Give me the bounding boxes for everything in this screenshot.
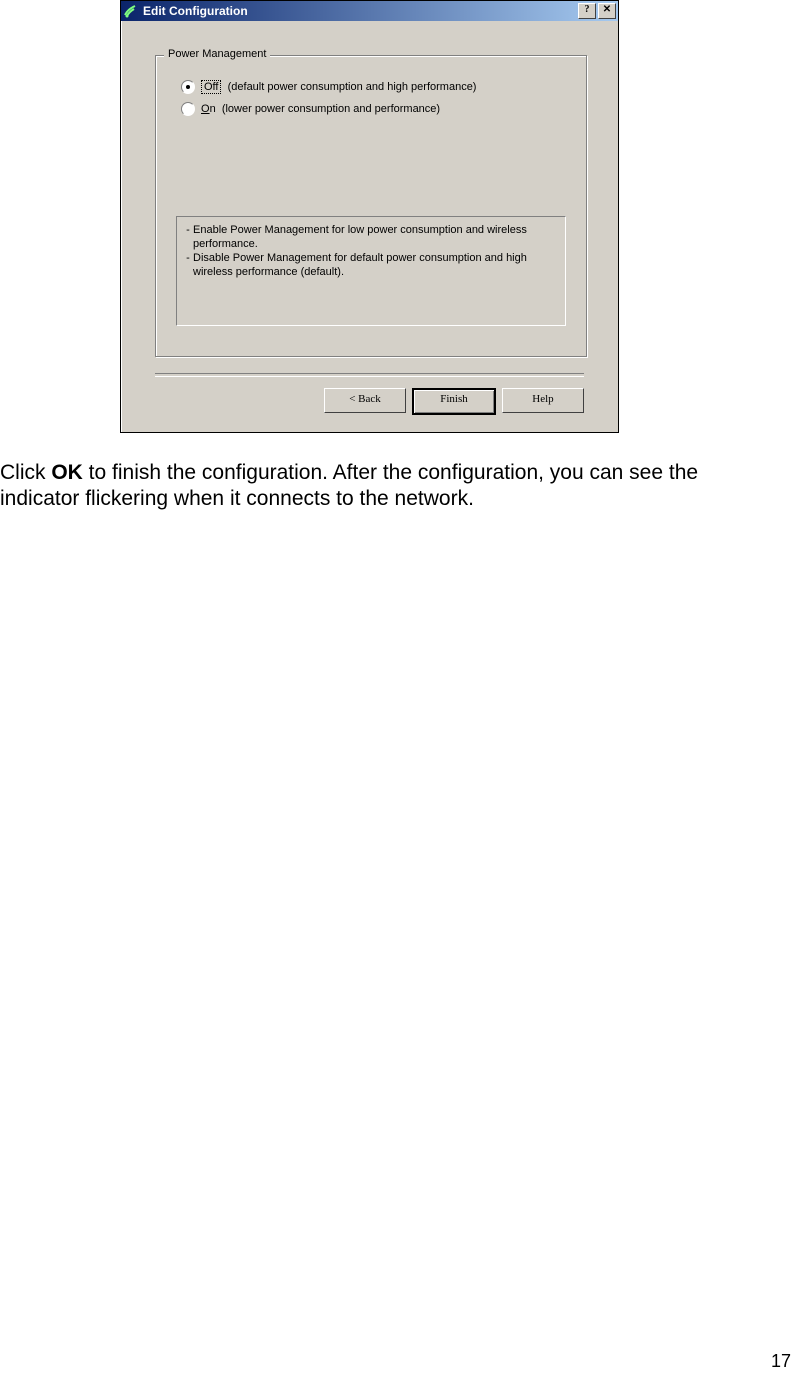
radio-on[interactable]: On (lower power consumption and performa… bbox=[181, 98, 476, 120]
dialog-client: Power Management Off (default power cons… bbox=[125, 25, 614, 428]
radio-on-desc: (lower power consumption and performance… bbox=[222, 103, 440, 115]
note-item: - Disable Power Management for default p… bbox=[183, 251, 559, 279]
radio-off-desc: (default power consumption and high perf… bbox=[228, 81, 477, 93]
bullet-icon: - bbox=[183, 251, 193, 279]
radio-group: Off (default power consumption and high … bbox=[181, 76, 476, 120]
dialog-title: Edit Configuration bbox=[143, 4, 248, 18]
wizard-buttons: < Back Finish Help bbox=[318, 388, 584, 415]
wireless-icon bbox=[123, 3, 139, 19]
text-bold: OK bbox=[51, 461, 83, 484]
note-text: Disable Power Management for default pow… bbox=[193, 251, 559, 279]
note-text: Enable Power Management for low power co… bbox=[193, 223, 559, 251]
power-management-group: Power Management Off (default power cons… bbox=[155, 55, 587, 357]
radio-icon bbox=[181, 102, 195, 116]
help-button[interactable]: Help bbox=[502, 388, 584, 413]
help-button-titlebar[interactable]: ? bbox=[578, 3, 596, 19]
finish-button-label: Finish bbox=[440, 393, 468, 405]
text-pre: Click bbox=[0, 461, 51, 484]
radio-off[interactable]: Off (default power consumption and high … bbox=[181, 76, 476, 98]
note-box: - Enable Power Management for low power … bbox=[176, 216, 566, 326]
instruction-text: Click OK to finish the configuration. Af… bbox=[0, 460, 780, 512]
radio-on-key: On bbox=[201, 103, 216, 115]
finish-button[interactable]: Finish bbox=[412, 388, 496, 415]
back-button-label: < Back bbox=[349, 393, 381, 405]
back-button[interactable]: < Back bbox=[324, 388, 406, 413]
text-post: to finish the configuration. After the c… bbox=[0, 461, 698, 510]
radio-off-key: Off bbox=[204, 81, 218, 93]
separator bbox=[155, 373, 584, 377]
titlebar[interactable]: Edit Configuration ? ✕ bbox=[121, 1, 618, 21]
help-button-label: Help bbox=[532, 393, 553, 405]
edit-configuration-dialog: Edit Configuration ? ✕ Power Management … bbox=[120, 0, 619, 433]
group-title: Power Management bbox=[164, 48, 270, 60]
close-button[interactable]: ✕ bbox=[598, 3, 616, 19]
bullet-icon: - bbox=[183, 223, 193, 251]
note-item: - Enable Power Management for low power … bbox=[183, 223, 559, 251]
page-number: 17 bbox=[771, 1351, 791, 1372]
radio-icon bbox=[181, 80, 195, 94]
